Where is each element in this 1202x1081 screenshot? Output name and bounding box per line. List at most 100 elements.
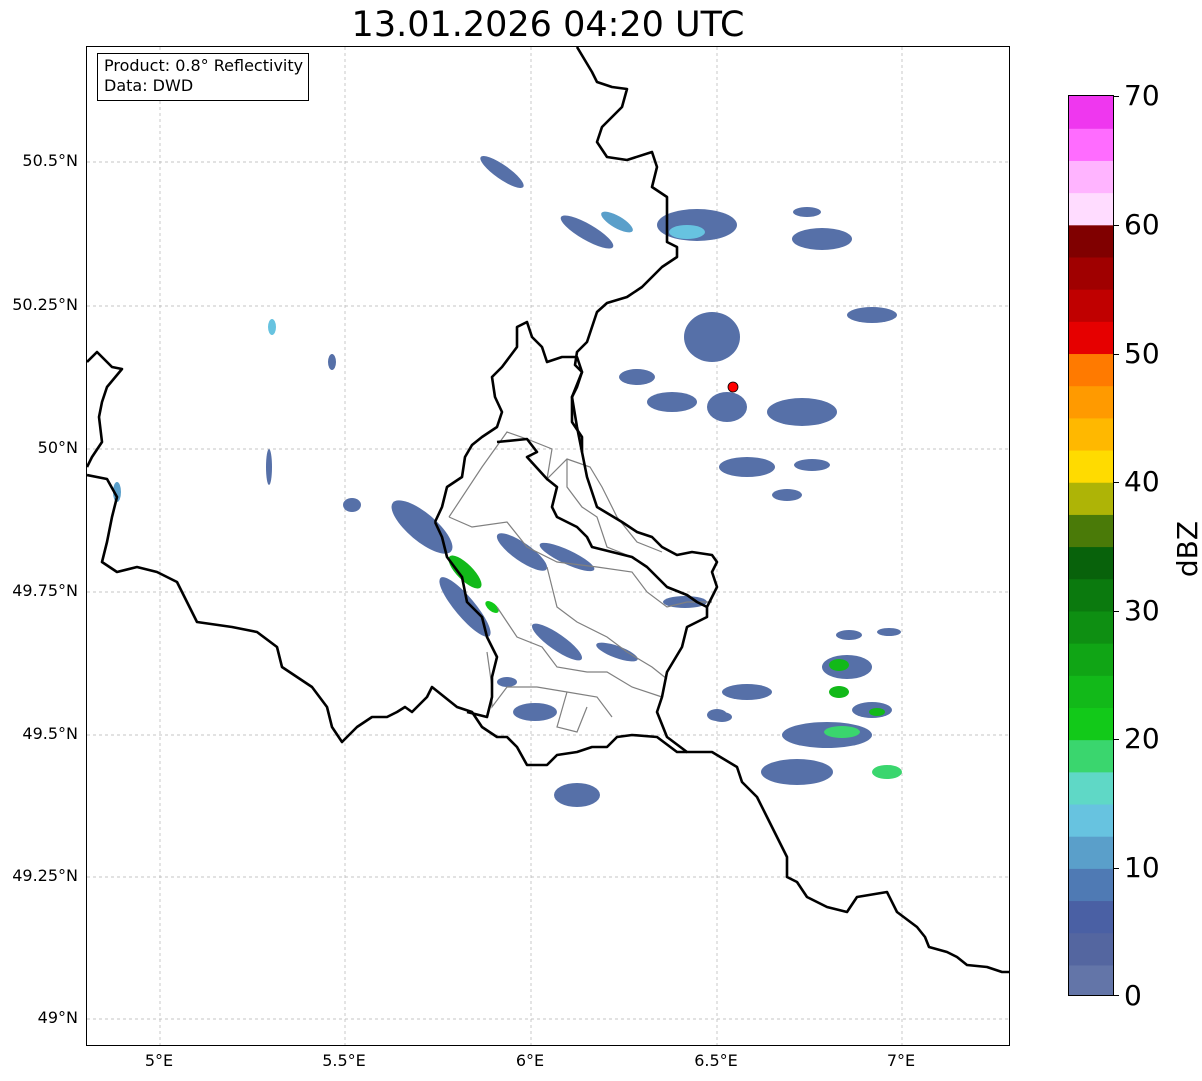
colorbar-segment xyxy=(1069,514,1113,548)
colorbar-label: dBZ xyxy=(1171,520,1202,578)
echo-cell xyxy=(707,392,747,422)
echo-cell xyxy=(266,449,272,485)
lat-tick-label: 49.25°N xyxy=(12,866,78,885)
lat-tick-label: 49°N xyxy=(37,1008,78,1027)
radar-site-marker[interactable] xyxy=(727,381,739,393)
colorbar-tick-label: 60 xyxy=(1124,208,1160,241)
colorbar-segment xyxy=(1069,868,1113,902)
echo-cell xyxy=(601,211,633,233)
echo-cell xyxy=(836,630,862,640)
echo-cell xyxy=(485,601,499,613)
lon-tick-label: 5.5°E xyxy=(322,1051,366,1070)
colorbar-segment xyxy=(1069,610,1113,644)
colorbar-tick-mark xyxy=(1114,868,1119,869)
colorbar-segment xyxy=(1069,224,1113,258)
colorbar-segment xyxy=(1069,643,1113,676)
colorbar-segment xyxy=(1069,739,1113,773)
colorbar-tick-label: 70 xyxy=(1124,79,1160,112)
colorbar-segment xyxy=(1069,353,1113,387)
echo-cell xyxy=(847,307,897,323)
country-borders xyxy=(87,47,1009,974)
colorbar-tick-label: 0 xyxy=(1124,979,1142,1012)
echo-cell xyxy=(761,759,833,785)
echo-cell xyxy=(554,783,600,807)
colorbar-segment xyxy=(1069,707,1113,741)
lat-tick-label: 49.5°N xyxy=(22,724,78,743)
echo-cell xyxy=(829,659,849,671)
colorbar-tick-label: 20 xyxy=(1124,722,1160,755)
echo-cell xyxy=(772,489,802,501)
lat-tick-label: 50.5°N xyxy=(22,151,78,170)
colorbar-segment xyxy=(1069,964,1113,995)
colorbar-segment xyxy=(1069,256,1113,290)
echo-cell xyxy=(497,677,517,687)
colorbar-segment xyxy=(1069,803,1113,837)
colorbar-segment xyxy=(1069,546,1113,580)
lon-tick-label: 6.5°E xyxy=(694,1051,738,1070)
colorbar-tick-mark xyxy=(1114,611,1119,612)
district-boundary xyxy=(556,691,588,733)
echo-cell xyxy=(391,500,453,554)
colorbar-tick-mark xyxy=(1114,482,1119,483)
echo-cell xyxy=(869,708,885,716)
echo-cell xyxy=(707,709,727,721)
colorbar-tick-mark xyxy=(1114,354,1119,355)
colorbar-segment xyxy=(1069,385,1113,419)
colorbar-segment xyxy=(1069,900,1113,934)
colorbar-tick-mark xyxy=(1114,995,1119,996)
echo-cell xyxy=(596,642,638,662)
echo-cell xyxy=(684,312,740,362)
colorbar-tick-mark xyxy=(1114,225,1119,226)
lon-tick-label: 7°E xyxy=(886,1051,916,1070)
colorbar-segment xyxy=(1069,417,1113,451)
colorbar-segment xyxy=(1069,192,1113,226)
echo-cell xyxy=(532,623,582,661)
echo-cell xyxy=(792,228,852,250)
echo-cell xyxy=(877,628,901,636)
echo-cell xyxy=(669,225,705,239)
colorbar-segment xyxy=(1069,578,1113,612)
echo-cell xyxy=(793,207,821,217)
echo-cell xyxy=(767,398,837,426)
district-boundary xyxy=(546,566,668,680)
echo-cell xyxy=(722,684,772,700)
echo-cell xyxy=(480,156,524,188)
colorbar-tick-label: 10 xyxy=(1124,851,1160,884)
lat-tick-label: 50°N xyxy=(37,438,78,457)
luxembourg-border-north xyxy=(496,437,708,609)
colorbar-segment xyxy=(1069,771,1113,805)
echo-cell xyxy=(513,703,557,721)
radar-map-canvas xyxy=(87,47,1009,1045)
echo-cell xyxy=(343,498,361,512)
colorbar-segment xyxy=(1069,96,1113,129)
colorbar-segment xyxy=(1069,932,1113,966)
echo-cell xyxy=(268,319,276,335)
echo-cell xyxy=(829,686,849,698)
map-title: 13.01.2026 04:20 UTC xyxy=(351,5,745,45)
lon-tick-label: 5°E xyxy=(144,1051,174,1070)
product-info-box: Product: 0.8° Reflectivity Data: DWD xyxy=(97,53,310,101)
colorbar-tick-label: 50 xyxy=(1124,337,1160,370)
data-source-label: Data: DWD xyxy=(104,76,194,95)
internal-boundaries xyxy=(448,431,712,733)
colorbar-segment xyxy=(1069,675,1113,708)
colorbar-segment xyxy=(1069,289,1113,322)
colorbar-segment xyxy=(1069,449,1113,483)
colorbar-gradient xyxy=(1069,96,1113,995)
lat-tick-label: 50.25°N xyxy=(12,295,78,314)
echo-cell xyxy=(496,533,548,571)
echo-cell xyxy=(328,354,336,370)
colorbar-tick-label: 40 xyxy=(1124,465,1160,498)
colorbar-segment xyxy=(1069,482,1113,515)
radar-map[interactable] xyxy=(86,46,1010,1046)
colorbar-segment xyxy=(1069,836,1113,869)
radar-echoes xyxy=(113,156,902,807)
product-label: Product: 0.8° Reflectivity xyxy=(104,56,304,75)
echo-cell xyxy=(794,459,830,471)
belgium-border-north xyxy=(87,350,124,468)
colorbar xyxy=(1068,95,1114,996)
lat-tick-label: 49.75°N xyxy=(12,581,78,600)
belgium-luxembourg-border xyxy=(433,320,584,523)
colorbar-tick-mark xyxy=(1114,739,1119,740)
colorbar-tick-mark xyxy=(1114,96,1119,97)
